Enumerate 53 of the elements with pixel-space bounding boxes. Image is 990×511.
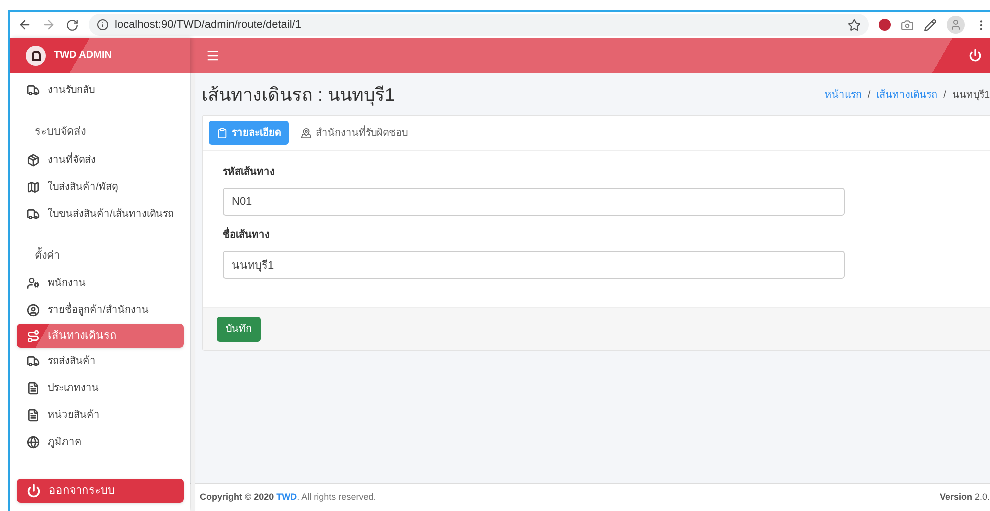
user-circle-icon (27, 304, 40, 317)
sidebar-item[interactable]: ใบส่งสินค้า/พัสดุ (17, 174, 184, 200)
sidebar-item[interactable]: งานรับกลับ (17, 77, 184, 104)
copyright-text: Copyright © 2020 TWD. All rights reserved. (200, 490, 376, 504)
scrollbar[interactable] (190, 73, 195, 511)
logo-icon (26, 46, 46, 66)
power-icon (27, 484, 41, 498)
sidebar-item[interactable]: ใบขนส่งสินค้า/เส้นทางเดินรถ (17, 200, 184, 228)
breadcrumb-text: / (868, 88, 871, 102)
box-icon (27, 154, 40, 166)
truck-icon (27, 208, 40, 220)
pen-icon[interactable] (924, 18, 937, 32)
sidebar-item[interactable]: พนักงาน (17, 270, 184, 297)
sidebar-section-header: ระบบจัดส่ง (34, 125, 87, 140)
info-icon (97, 19, 109, 31)
route-icon (27, 330, 40, 342)
sidebar-item[interactable]: งานที่จัดส่ง (17, 146, 184, 174)
document-icon (27, 382, 40, 395)
logout-button[interactable]: ออกจากระบบ (17, 479, 184, 503)
truck-icon (27, 355, 40, 368)
address-bar[interactable]: localhost:90/TWD/admin/route/detail/1 (89, 14, 869, 36)
brand-title: TWD ADMIN (54, 49, 112, 63)
sidebar-item[interactable]: หน่วยสินค้า (17, 402, 184, 429)
user-gear-icon (27, 277, 40, 290)
camera-icon[interactable] (901, 18, 914, 32)
save-button[interactable]: บันทึก (217, 316, 261, 342)
breadcrumb-text: / (944, 88, 946, 102)
document-icon (27, 409, 40, 422)
field-label: รหัสเส้นทาง (223, 165, 275, 180)
sidebar-item[interactable]: ภูมิภาค (17, 429, 184, 456)
page-title: เส้นทางเดินรถ : นนทบุรี1 (202, 84, 396, 108)
version-text: Version 2.0. (940, 490, 990, 504)
input-field[interactable]: N01 (223, 188, 845, 216)
sidebar-item[interactable]: ประเภทงาน (17, 375, 184, 402)
power-icon[interactable] (969, 49, 982, 62)
sidebar-item[interactable]: รถส่งสินค้า (17, 348, 184, 375)
tab[interactable]: สำนักงานที่รับผิดชอบ (299, 121, 410, 145)
profile-icon[interactable] (947, 16, 965, 34)
menu-icon[interactable] (206, 48, 220, 62)
map-icon (27, 180, 40, 194)
reload-icon[interactable] (66, 18, 79, 32)
input-field[interactable]: นนทบุรี1 (223, 251, 845, 279)
globe-icon (27, 436, 40, 449)
breadcrumb-text: นนทบุรี1 (952, 88, 990, 102)
extension-icon[interactable] (879, 19, 891, 31)
clipboard-icon (217, 128, 228, 138)
sidebar-section-header: ตั้งค่า (34, 246, 61, 264)
bookmark-star-icon[interactable] (848, 18, 861, 32)
field-label: ชื่อเส้นทาง (223, 228, 270, 243)
truck-icon (27, 84, 40, 97)
map-icon (301, 128, 312, 138)
sidebar-item[interactable]: รายชื่อลูกค้า/สำนักงาน (17, 297, 184, 324)
back-icon[interactable] (18, 18, 32, 32)
